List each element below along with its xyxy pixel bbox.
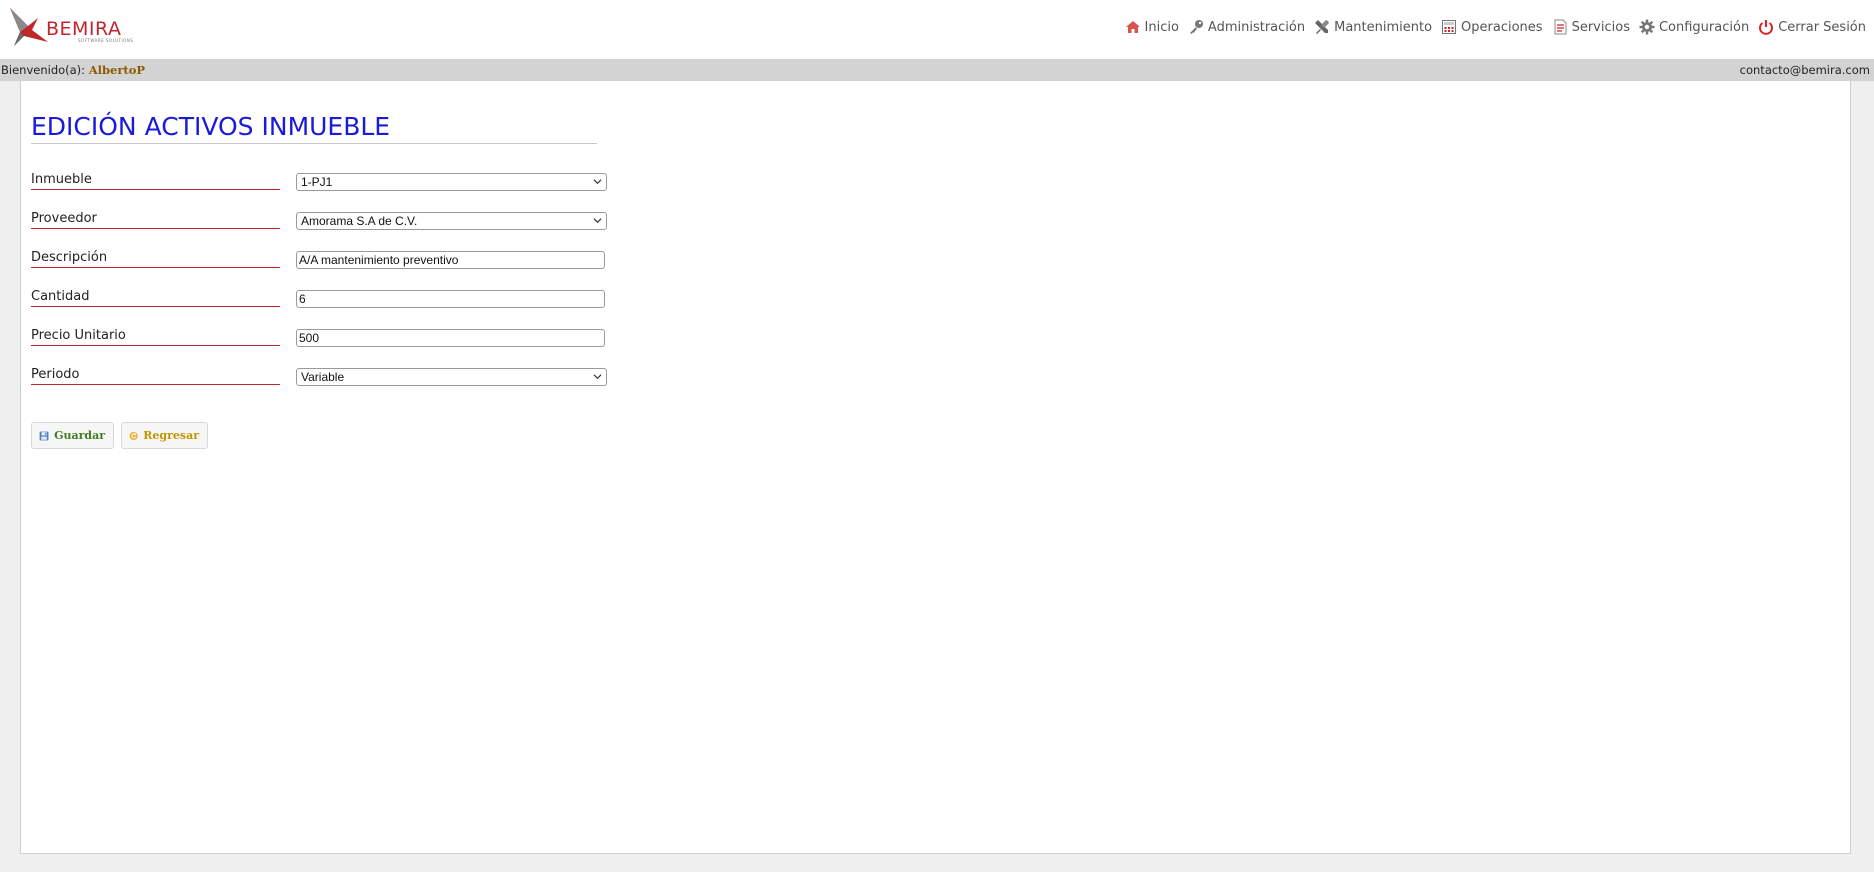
gear-icon: [1639, 19, 1655, 35]
calculator-icon: [1442, 20, 1457, 34]
bemira-logo[interactable]: BEMIRA SOFTWARE SOLUTIONS: [8, 8, 134, 50]
proveedor-value: Amorama S.A de C.V.: [301, 214, 418, 228]
save-button[interactable]: Guardar: [31, 422, 114, 449]
precio-unitario-value: 500: [299, 331, 320, 345]
welcome-message: Bienvenido(a): AlbertoP: [1, 63, 145, 77]
brand-tagline: SOFTWARE SOLUTIONS: [78, 38, 134, 43]
nav-label: Cerrar Sesión: [1778, 19, 1866, 35]
nav-configuracion[interactable]: Configuración: [1639, 19, 1749, 35]
label-proveedor: Proveedor: [31, 211, 280, 229]
home-icon: [1125, 21, 1140, 33]
page-title: EDICIÓN ACTIVOS INMUEBLE: [31, 112, 597, 144]
nav-inicio[interactable]: Inicio: [1125, 19, 1179, 35]
periodo-select[interactable]: Variable: [296, 368, 607, 386]
inmueble-value: 1-PJ1: [301, 175, 333, 189]
label-inmueble: Inmueble: [31, 172, 280, 190]
label-periodo: Periodo: [31, 367, 280, 385]
label-cantidad: Cantidad: [31, 289, 280, 307]
nav-label: Configuración: [1658, 19, 1750, 35]
welcome-bar: Bienvenido(a): AlbertoP contacto@bemira.…: [0, 59, 1874, 81]
contact-email[interactable]: contacto@bemira.com: [1740, 63, 1870, 77]
nav-mantenimiento[interactable]: Mantenimiento: [1314, 19, 1432, 35]
bemira-star-icon: [10, 8, 48, 46]
brand-name: BEMIRA: [46, 18, 122, 40]
nav-cerrar-sesion[interactable]: Cerrar Sesión: [1758, 19, 1866, 35]
nav-operaciones[interactable]: Operaciones: [1441, 19, 1543, 35]
nav-label: Operaciones: [1461, 19, 1543, 35]
precio-unitario-input[interactable]: 500: [296, 329, 605, 347]
nav-label: Mantenimiento: [1334, 19, 1433, 35]
save-button-label: Guardar: [54, 429, 105, 442]
cantidad-input[interactable]: 6: [296, 290, 605, 308]
descripcion-input[interactable]: A/A mantenimiento preventivo: [296, 251, 605, 269]
descripcion-value: A/A mantenimiento preventivo: [299, 253, 459, 267]
proveedor-select[interactable]: Amorama S.A de C.V.: [296, 212, 607, 230]
nav-administracion[interactable]: Administración: [1188, 19, 1305, 35]
nav-servicios[interactable]: Servicios: [1552, 19, 1630, 35]
chevron-down-icon: [593, 179, 602, 185]
power-icon: [1759, 20, 1774, 35]
back-button[interactable]: Regresar: [121, 422, 208, 449]
label-descripcion: Descripción: [31, 250, 280, 268]
welcome-username: AlbertoP: [88, 63, 146, 77]
chevron-down-icon: [593, 218, 602, 224]
cantidad-value: 6: [299, 292, 306, 306]
top-bar: BEMIRA SOFTWARE SOLUTIONS Inicio Adminis…: [0, 0, 1874, 59]
nav-label: Inicio: [1144, 19, 1179, 35]
periodo-value: Variable: [301, 370, 345, 384]
nav-label: Servicios: [1571, 19, 1630, 35]
back-arrow-icon: [129, 431, 138, 440]
main-panel: EDICIÓN ACTIVOS INMUEBLE Inmueble 1-PJ1 …: [20, 81, 1851, 854]
document-icon: [1554, 19, 1567, 35]
label-precio-unitario: Precio Unitario: [31, 328, 280, 346]
floppy-disk-icon: [39, 431, 49, 440]
chevron-down-icon: [593, 374, 602, 380]
main-nav: Inicio Administración Mantenimiento Oper…: [1125, 16, 1866, 38]
welcome-prefix: Bienvenido(a):: [1, 63, 86, 77]
back-button-label: Regresar: [143, 429, 199, 442]
nav-label: Administración: [1207, 19, 1306, 35]
tools-icon: [1315, 20, 1330, 34]
inmueble-select[interactable]: 1-PJ1: [296, 173, 607, 191]
key-icon: [1189, 20, 1203, 34]
